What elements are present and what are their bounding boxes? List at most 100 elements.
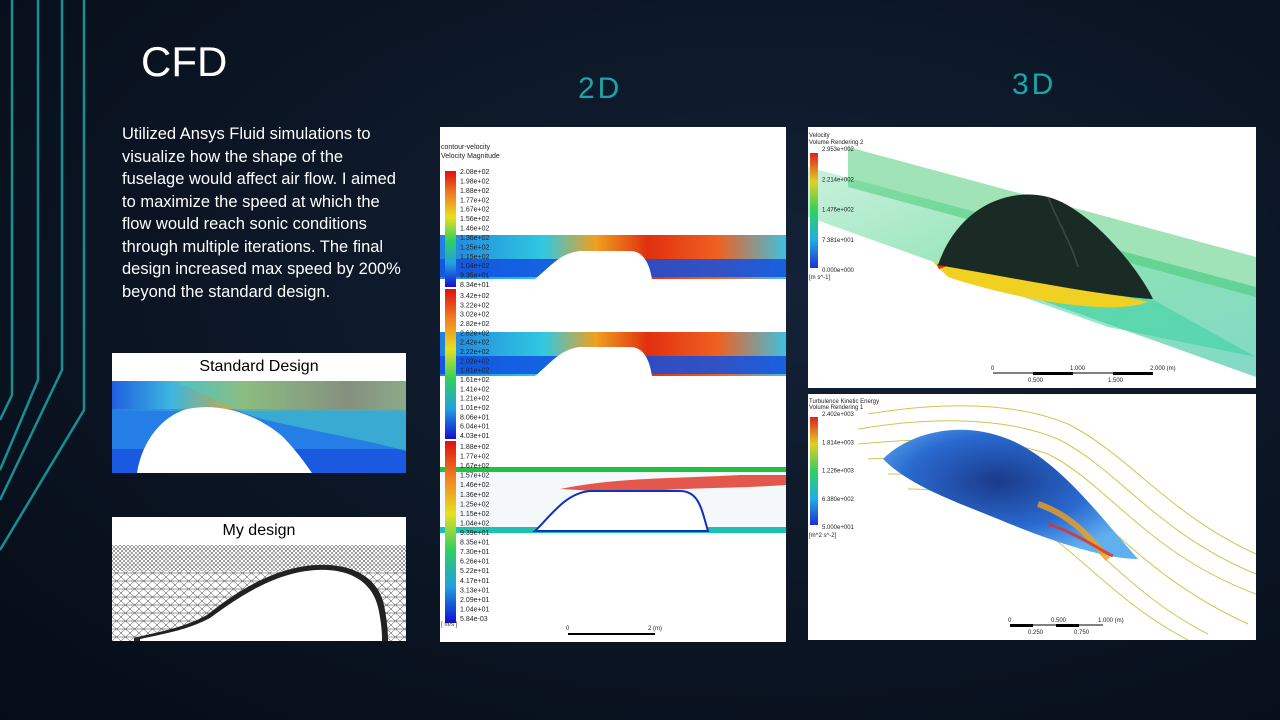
legend-value: 2.953e+002 — [822, 147, 855, 153]
legend-value: 4.03e+01 — [460, 433, 489, 440]
legend-value: 1.61e+02 — [460, 377, 489, 384]
panel-3d-bot-title2: Volume Rendering 1 — [809, 405, 864, 411]
legend-value: 1.98e+02 — [460, 178, 489, 185]
svg-text:0: 0 — [1008, 618, 1012, 624]
legend-value: 1.15e+02 — [460, 254, 489, 261]
legend-value: 1.25e+02 — [460, 244, 489, 251]
legend-value: 3.02e+02 — [460, 312, 489, 319]
my-design-label: My design — [222, 522, 296, 539]
legend-value: 1.36e+02 — [460, 235, 489, 242]
legend-value: 6.26e+01 — [460, 559, 489, 566]
svg-text:2 (m): 2 (m) — [648, 626, 662, 632]
legend-value: 8.06e+01 — [460, 414, 489, 421]
slide-title: CFD — [141, 38, 228, 85]
scale-bar-3d-top: 0 1.000 2.000 (m) 0.500 1.500 — [991, 366, 1176, 384]
legend-value: 1.15e+02 — [460, 511, 489, 518]
flow-strip-1 — [440, 235, 786, 279]
svg-text:0.750: 0.750 — [1074, 630, 1090, 636]
label-2d: 2D — [578, 72, 623, 105]
svg-text:1.000 (m): 1.000 (m) — [1098, 618, 1124, 624]
legend-value: 1.04e+02 — [460, 520, 489, 527]
legend-value: 1.21e+02 — [460, 396, 489, 403]
legend-labels-turbulence: 2.402e+003 1.814e+003 1.226e+003 6.380e+002… — [822, 412, 855, 531]
legend-bar-turbulence — [810, 417, 818, 525]
legend-value: 1.04e+02 — [460, 263, 489, 270]
legend-value: 9.35e+01 — [460, 273, 489, 280]
legend-value: 1.01e+02 — [460, 405, 489, 412]
my-design-mesh — [112, 545, 406, 641]
panel-3d-top-title1: Velocity — [809, 133, 830, 139]
legend-value: 6.380e+002 — [822, 497, 855, 503]
legend-value: 5.22e+01 — [460, 568, 489, 575]
legend-value: 5.000e+001 — [822, 525, 855, 531]
legend-value: 8.35e+01 — [460, 540, 489, 547]
svg-text:0: 0 — [991, 366, 995, 372]
standard-design-label: Standard Design — [199, 358, 319, 375]
legend-value: 1.46e+02 — [460, 482, 489, 489]
svg-text:2.000 (m): 2.000 (m) — [1150, 366, 1176, 372]
legend-value: 1.25e+02 — [460, 501, 489, 508]
legend-value: 1.46e+02 — [460, 226, 489, 233]
legend-value: 1.56e+02 — [460, 216, 489, 223]
legend-value: 3.22e+02 — [460, 302, 489, 309]
decorative-lines — [0, 0, 86, 551]
scale-bar-2d: 0 2 (m) — [566, 626, 662, 635]
legend-value: 5.84e-03 — [460, 616, 488, 623]
legend-value: 2.42e+02 — [460, 340, 489, 347]
legend-value: 2.08e+02 — [460, 169, 489, 176]
legend-value: 2.02e+02 — [460, 358, 489, 365]
legend-value: 0.000e+000 — [822, 268, 855, 274]
panel-3d-top-title2: Volume Rendering 2 — [809, 140, 864, 146]
legend-value: 2.214e+002 — [822, 177, 855, 183]
panel-2d-unit: [ m/s ] — [441, 622, 458, 628]
legend-value: 1.04e+01 — [460, 606, 489, 613]
svg-text:0: 0 — [566, 626, 570, 632]
panel-2d-contours: contour-velocity Velocity Magnitude 2.08… — [440, 127, 786, 642]
svg-text:0.250: 0.250 — [1028, 630, 1044, 636]
svg-text:0.500: 0.500 — [1028, 378, 1044, 384]
legend-value: 2.82e+02 — [460, 321, 489, 328]
legend-value: 1.88e+02 — [460, 188, 489, 195]
legend-value: 1.814e+003 — [822, 440, 855, 446]
legend-value: 1.226e+003 — [822, 469, 855, 475]
legend-value: 7.30e+01 — [460, 549, 489, 556]
legend-value: 2.402e+003 — [822, 412, 855, 418]
svg-text:0.500: 0.500 — [1051, 618, 1067, 624]
legend-value: 3.13e+01 — [460, 587, 489, 594]
legend-bar-2 — [445, 289, 456, 439]
legend-value: 1.67e+02 — [460, 463, 489, 470]
legend-value: 3.42e+02 — [460, 293, 489, 300]
description-text: Utilized Ansys Fluid simulations to visu… — [122, 125, 401, 301]
legend-bar-3 — [445, 441, 456, 623]
legend-value: 4.17e+01 — [460, 578, 489, 585]
svg-text:1.500: 1.500 — [1108, 378, 1124, 384]
legend-value: 7.381e+001 — [822, 238, 855, 244]
legend-value: 1.81e+02 — [460, 368, 489, 375]
label-3d: 3D — [1012, 68, 1057, 101]
legend-value: 1.476e+002 — [822, 208, 855, 214]
panel-3d-bot-unit: [m^2 s^-2] — [809, 533, 837, 539]
panel-2d-title1: contour-velocity — [441, 144, 491, 151]
my-design-image: My design — [112, 517, 406, 641]
legend-value: 1.67e+02 — [460, 207, 489, 214]
panel-3d-turbulence: Turbulence Kinetic Energy Volume Renderi… — [808, 394, 1256, 640]
flow-strip-2 — [440, 332, 786, 376]
scale-bar-3d-bot: 0 0.500 1.000 (m) 0.250 0.750 — [1008, 618, 1124, 636]
legend-value: 2.62e+02 — [460, 330, 489, 337]
legend-bar-velocity — [810, 153, 818, 268]
standard-design-contour — [112, 381, 406, 473]
legend-value: 2.09e+01 — [460, 597, 489, 604]
legend-value: 2.22e+02 — [460, 349, 489, 356]
panel-3d-top-unit: [m s^-1] — [809, 275, 830, 281]
legend-value: 1.41e+02 — [460, 386, 489, 393]
legend-value: 1.57e+02 — [460, 473, 489, 480]
legend-value: 1.77e+02 — [460, 454, 489, 461]
legend-value: 8.34e+01 — [460, 282, 489, 289]
standard-design-image: Standard Design — [112, 353, 406, 473]
legend-value: 1.36e+02 — [460, 492, 489, 499]
panel-3d-velocity: Velocity Volume Rendering 2 2.953e+002 2.… — [808, 127, 1256, 388]
legend-value: 9.39e+01 — [460, 530, 489, 537]
legend-value: 6.04e+01 — [460, 424, 489, 431]
legend-value: 1.88e+02 — [460, 444, 489, 451]
panel-2d-title2: Velocity Magnitude — [441, 153, 500, 160]
